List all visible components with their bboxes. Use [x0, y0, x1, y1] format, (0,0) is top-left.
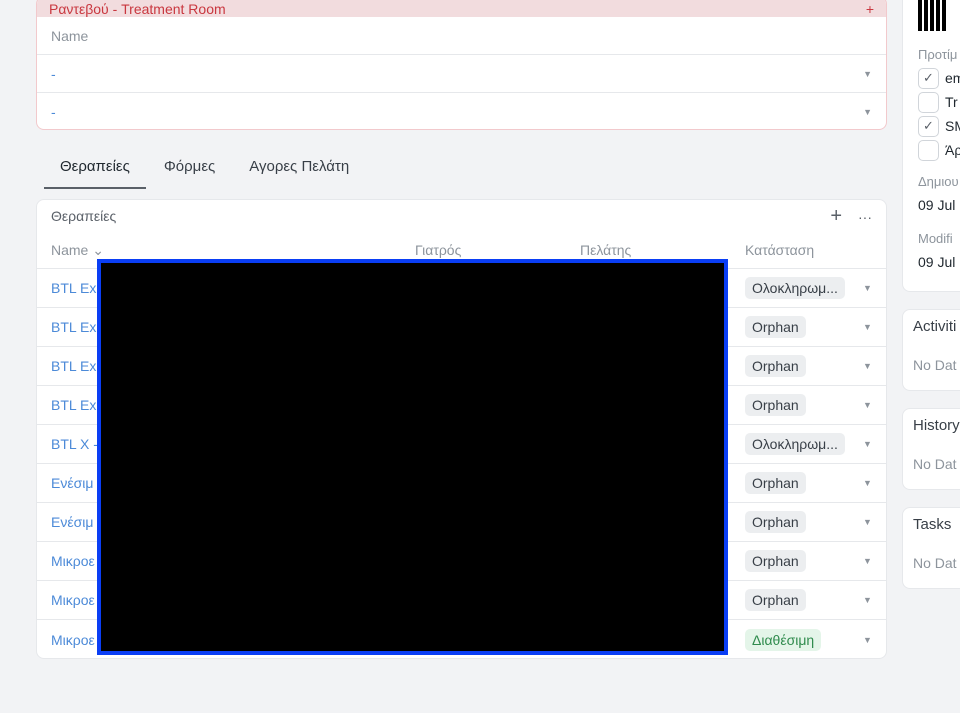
status-badge: Orphan: [745, 355, 806, 377]
therapy-name-link[interactable]: BTL Ex: [51, 319, 96, 335]
dropdown-caret-icon[interactable]: ▼: [863, 69, 872, 79]
preference-checkbox[interactable]: Άρ: [918, 138, 960, 162]
tab-bar: Θεραπείες Φόρμες Αγορες Πελάτη: [44, 150, 367, 189]
row-link[interactable]: -: [51, 104, 56, 120]
add-icon[interactable]: +: [830, 205, 842, 227]
therapy-name-link[interactable]: BTL X -: [51, 436, 98, 452]
tab-purchases[interactable]: Αγορες Πελάτη: [233, 150, 365, 189]
column-doctor[interactable]: Γιατρός: [415, 242, 461, 258]
preference-label: em: [945, 70, 960, 86]
redacted-region: [97, 259, 728, 655]
preference-label: Άρ: [945, 142, 960, 158]
qr-code: [918, 0, 948, 31]
dropdown-caret-icon[interactable]: ▼: [863, 635, 872, 645]
dropdown-caret-icon[interactable]: ▼: [863, 556, 872, 566]
treatment-room-section: Ραντεβού - Treatment Room + Name - ▼ - ▼: [36, 0, 887, 130]
section-header[interactable]: Ραντεβού - Treatment Room +: [37, 0, 886, 17]
dropdown-caret-icon[interactable]: ▼: [863, 595, 872, 605]
status-badge: Ολοκληρωμ...: [745, 433, 845, 455]
dropdown-caret-icon[interactable]: ▼: [863, 400, 872, 410]
column-header-name: Name: [51, 27, 89, 44]
activity-card: Activiti No Dat: [902, 309, 960, 391]
modified-label: Modifi: [918, 231, 953, 246]
therapy-name-link[interactable]: BTL Ex: [51, 358, 96, 374]
empty-text: No Dat: [913, 555, 957, 571]
table-row[interactable]: - ▼: [37, 93, 886, 129]
checkmark-icon[interactable]: ✓: [918, 67, 939, 89]
status-badge: Orphan: [745, 511, 806, 533]
status-badge: Διαθέσιμη: [745, 628, 822, 651]
created-value: 09 Jul: [918, 197, 956, 213]
empty-text: No Dat: [913, 357, 957, 373]
history-card: History No Dat: [902, 408, 960, 490]
created-label: Δημιου: [918, 174, 959, 189]
preference-checkbox[interactable]: ✓ em: [918, 66, 960, 90]
card-title: Activiti: [913, 318, 957, 335]
preference-label: Tr: [945, 94, 958, 110]
status-badge: Ολοκληρωμ...: [745, 277, 845, 299]
dropdown-caret-icon[interactable]: ▼: [863, 107, 872, 117]
dropdown-caret-icon[interactable]: ▼: [863, 283, 872, 293]
dropdown-caret-icon[interactable]: ▼: [863, 322, 872, 332]
status-badge: Orphan: [745, 394, 806, 416]
row-link[interactable]: -: [51, 66, 56, 82]
column-name[interactable]: Name ⌄: [51, 242, 104, 259]
card-title: Tasks: [913, 516, 952, 533]
tab-therapies[interactable]: Θεραπείες: [44, 150, 146, 189]
tab-forms[interactable]: Φόρμες: [148, 150, 231, 189]
more-icon[interactable]: ···: [858, 209, 872, 225]
therapy-name-link[interactable]: BTL Ex: [51, 397, 96, 413]
checkmark-icon[interactable]: ✓: [918, 115, 939, 137]
table-row[interactable]: - ▼: [37, 55, 886, 93]
column-status[interactable]: Κατάσταση: [745, 242, 814, 258]
preference-checkbox[interactable]: Tr: [918, 90, 960, 114]
add-icon[interactable]: +: [866, 1, 874, 17]
therapy-name-link[interactable]: BTL Ex: [51, 280, 96, 296]
therapy-name-link[interactable]: Μικροε: [51, 553, 95, 569]
preferences-label: Προτίμ: [918, 47, 958, 62]
dropdown-caret-icon[interactable]: ▼: [863, 478, 872, 488]
preference-label: SM: [945, 118, 960, 134]
modified-value: 09 Jul: [918, 254, 956, 270]
therapy-name-link[interactable]: Ενέσιμ: [51, 475, 93, 491]
preference-checkbox[interactable]: ✓ SM: [918, 114, 960, 138]
dropdown-caret-icon[interactable]: ▼: [863, 517, 872, 527]
status-badge: Orphan: [745, 589, 806, 611]
status-badge: Orphan: [745, 472, 806, 494]
therapy-name-link[interactable]: Ενέσιμ: [51, 514, 93, 530]
card-title: History: [913, 417, 960, 434]
checkbox-icon[interactable]: [918, 139, 939, 161]
status-badge: Orphan: [745, 550, 806, 572]
table-title: Θεραπείες: [51, 208, 117, 224]
tasks-card: Tasks No Dat: [902, 507, 960, 589]
empty-text: No Dat: [913, 456, 957, 472]
therapy-name-link[interactable]: Μικροε: [51, 632, 95, 648]
therapy-name-link[interactable]: Μικροε: [51, 592, 95, 608]
dropdown-caret-icon[interactable]: ▼: [863, 361, 872, 371]
sidebar-info-card: Προτίμ ✓ em Tr ✓ SM Άρ Δημιου 09 Jul Modifi 0…: [902, 0, 960, 292]
checkbox-icon[interactable]: [918, 91, 939, 113]
status-badge: Orphan: [745, 316, 806, 338]
dropdown-caret-icon[interactable]: ▼: [863, 439, 872, 449]
section-title: Ραντεβού - Treatment Room: [49, 0, 226, 17]
column-client[interactable]: Πελάτης: [580, 242, 631, 258]
